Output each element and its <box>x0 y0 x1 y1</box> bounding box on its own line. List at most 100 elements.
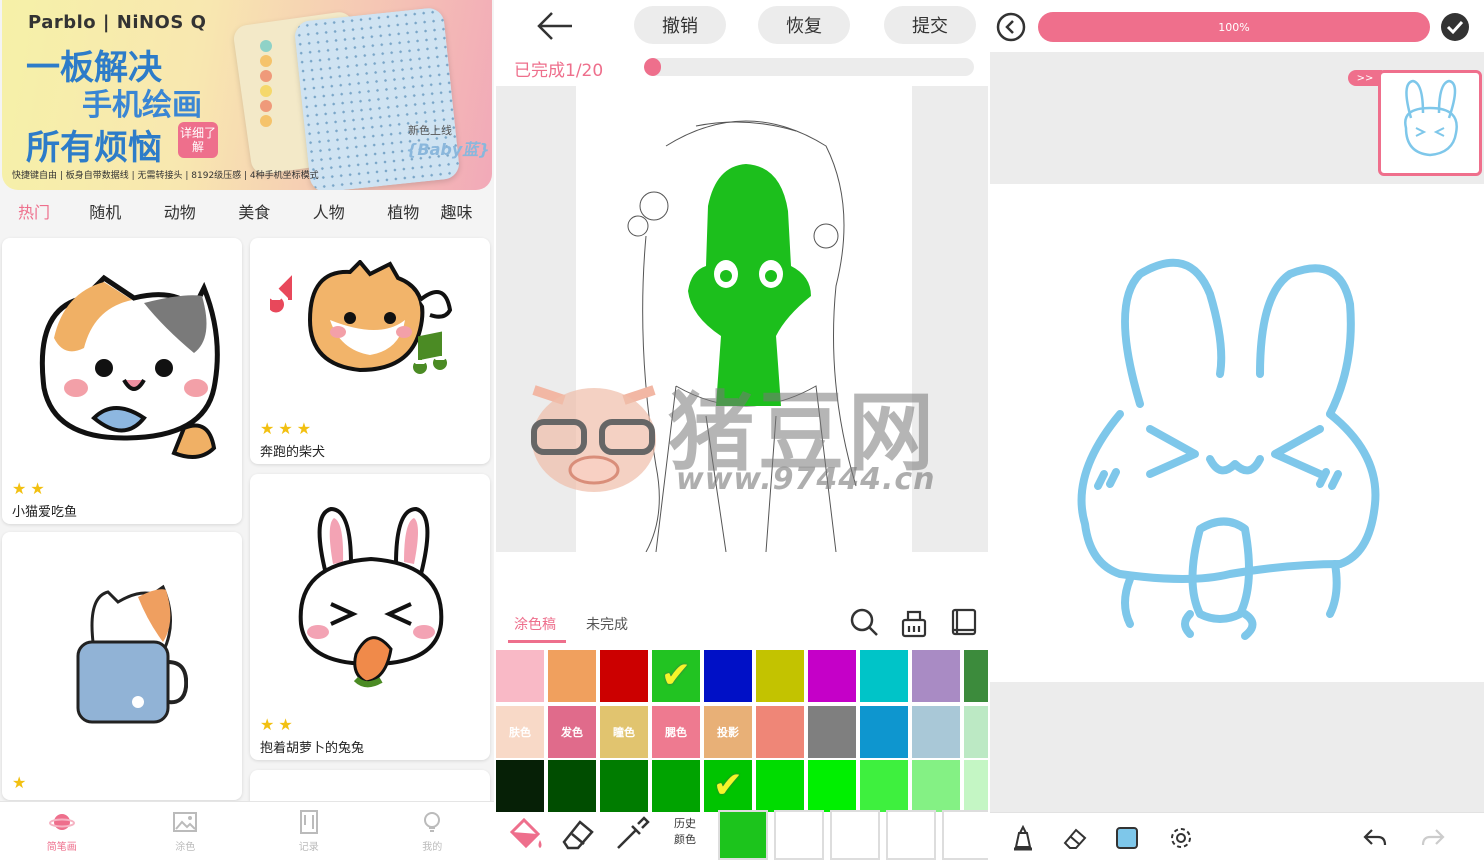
back-circle-icon[interactable] <box>996 12 1026 42</box>
tab-unfinished[interactable]: 未完成 <box>586 614 628 634</box>
drawing-canvas[interactable] <box>990 184 1484 682</box>
progress-bar-fill <box>644 58 661 76</box>
color-swatch[interactable] <box>964 650 988 702</box>
gear-icon[interactable] <box>1168 825 1194 851</box>
color-swatch[interactable] <box>704 650 752 702</box>
history-swatch[interactable] <box>718 810 768 860</box>
color-swatch[interactable] <box>600 650 648 702</box>
coloring-panel: 撤销 恢复 提交 已完成1/20 猪豆网 www.97444.cn 涂色稿 未完… <box>496 0 988 861</box>
history-swatch[interactable] <box>942 810 988 860</box>
drawing-card-shiba[interactable]: ★★★ 奔跑的柴犬 <box>250 238 490 464</box>
color-swatch[interactable] <box>860 760 908 812</box>
color-swatch[interactable] <box>756 706 804 758</box>
category-tab-hot[interactable]: 热门 <box>0 198 68 228</box>
tab-records[interactable]: 记录 <box>247 802 371 861</box>
color-swatch[interactable] <box>912 650 960 702</box>
card-stars: ★★ <box>260 715 297 734</box>
history-swatch[interactable] <box>774 810 824 860</box>
color-square-icon[interactable] <box>1114 825 1140 851</box>
palette-row-3 <box>496 760 988 812</box>
tab-label: 涂色 <box>175 842 196 853</box>
drawing-toolbar <box>990 812 1484 861</box>
category-tab-animals[interactable]: 动物 <box>143 198 218 228</box>
watermark-url: www.97444.cn <box>676 462 936 497</box>
color-swatch[interactable] <box>652 650 700 702</box>
color-swatch[interactable] <box>548 650 596 702</box>
color-swatch[interactable]: 瞳色 <box>600 706 648 758</box>
history-swatch[interactable] <box>886 810 936 860</box>
color-swatch[interactable]: 投影 <box>704 706 752 758</box>
eyedropper-icon[interactable] <box>612 814 652 854</box>
banner-headline-2: 手机绘画 <box>82 88 202 123</box>
category-tab-food[interactable]: 美食 <box>217 198 292 228</box>
color-swatch[interactable] <box>756 760 804 812</box>
undo-button[interactable]: 撤销 <box>634 6 726 44</box>
color-swatch[interactable] <box>860 706 908 758</box>
shiba-illustration <box>270 260 453 374</box>
active-tab-indicator <box>508 640 566 643</box>
progress-bar <box>644 58 974 76</box>
check-icon[interactable] <box>1440 12 1470 42</box>
eraser-icon[interactable] <box>1062 825 1088 851</box>
color-swatch[interactable] <box>496 760 544 812</box>
submit-button[interactable]: 提交 <box>884 6 976 44</box>
coloring-toolbar: 历史 颜色 <box>496 806 988 861</box>
category-tab-people[interactable]: 人物 <box>292 198 367 228</box>
zoom-level-bar[interactable]: 100% <box>1038 12 1430 42</box>
reference-thumbnail[interactable] <box>1378 70 1482 176</box>
paint-bucket-icon[interactable] <box>504 814 544 854</box>
pen-icon[interactable] <box>1010 825 1036 851</box>
color-swatch[interactable] <box>548 760 596 812</box>
eraser-icon[interactable] <box>558 814 598 854</box>
tab-coloring[interactable]: 涂色 <box>124 802 248 861</box>
tab-coloring-draft[interactable]: 涂色稿 <box>514 614 556 634</box>
color-swatch[interactable] <box>496 650 544 702</box>
banner-detail-button[interactable]: 详细了解 <box>178 122 218 158</box>
color-swatch[interactable] <box>652 760 700 812</box>
drawing-card-cat[interactable]: ★★ 小猫爱吃鱼 <box>2 238 242 524</box>
bulb-icon <box>424 812 441 832</box>
drawing-card-mug-cat[interactable]: ★ <box>2 532 242 800</box>
history-swatch[interactable] <box>830 810 880 860</box>
color-swatch[interactable] <box>964 706 988 758</box>
undo-arrow-icon[interactable] <box>1362 825 1388 851</box>
color-swatch[interactable]: 发色 <box>548 706 596 758</box>
card-title: 奔跑的柴犬 <box>260 445 326 460</box>
color-swatch[interactable]: 腮色 <box>652 706 700 758</box>
drawing-card-bunny[interactable]: ★★ 抱着胡萝卜的兔兔 <box>250 474 490 760</box>
redo-button[interactable]: 恢复 <box>758 6 850 44</box>
card-title: 小猫爱吃鱼 <box>12 505 78 520</box>
search-icon[interactable] <box>848 606 880 638</box>
history-label-line-2: 颜色 <box>674 833 696 846</box>
color-swatch[interactable] <box>704 760 752 812</box>
image-icon <box>173 812 198 832</box>
drawing-panel: 100% >> <box>990 0 1484 861</box>
category-tab-random[interactable]: 随机 <box>68 198 143 228</box>
color-swatch[interactable] <box>600 760 648 812</box>
color-swatch[interactable] <box>808 650 856 702</box>
color-swatch[interactable] <box>860 650 908 702</box>
banner-baby-blue: {Baby蓝} <box>406 140 490 159</box>
color-swatch[interactable] <box>964 760 988 812</box>
color-swatch[interactable]: 肤色 <box>496 706 544 758</box>
tab-sketch[interactable]: 简笔画 <box>0 802 124 861</box>
promo-banner[interactable]: Parblo | NiNOS Q 一板解决 手机绘画 所有烦恼 详细了解 新色上… <box>2 0 492 190</box>
tab-label: 我的 <box>422 842 443 853</box>
thumbnail-toggle[interactable]: >> <box>1348 70 1382 86</box>
category-tab-plants[interactable]: 植物 <box>366 198 441 228</box>
tab-label: 简笔画 <box>46 842 77 853</box>
redo-arrow-icon[interactable] <box>1420 825 1446 851</box>
tab-profile[interactable]: 我的 <box>371 802 495 861</box>
cat-illustration <box>39 274 220 459</box>
category-tab-fun[interactable]: 趣味 <box>441 198 481 228</box>
bucket-icon[interactable] <box>898 606 930 638</box>
book-icon[interactable] <box>948 606 980 638</box>
color-swatch[interactable] <box>808 706 856 758</box>
color-swatch[interactable] <box>756 650 804 702</box>
back-arrow-icon[interactable] <box>536 10 574 42</box>
card-title: 抱着胡萝卜的兔兔 <box>260 741 365 756</box>
color-swatch[interactable] <box>912 706 960 758</box>
color-swatch[interactable] <box>808 760 856 812</box>
color-swatch[interactable] <box>912 760 960 812</box>
banner-brand: Parblo | NiNOS Q <box>28 12 207 33</box>
